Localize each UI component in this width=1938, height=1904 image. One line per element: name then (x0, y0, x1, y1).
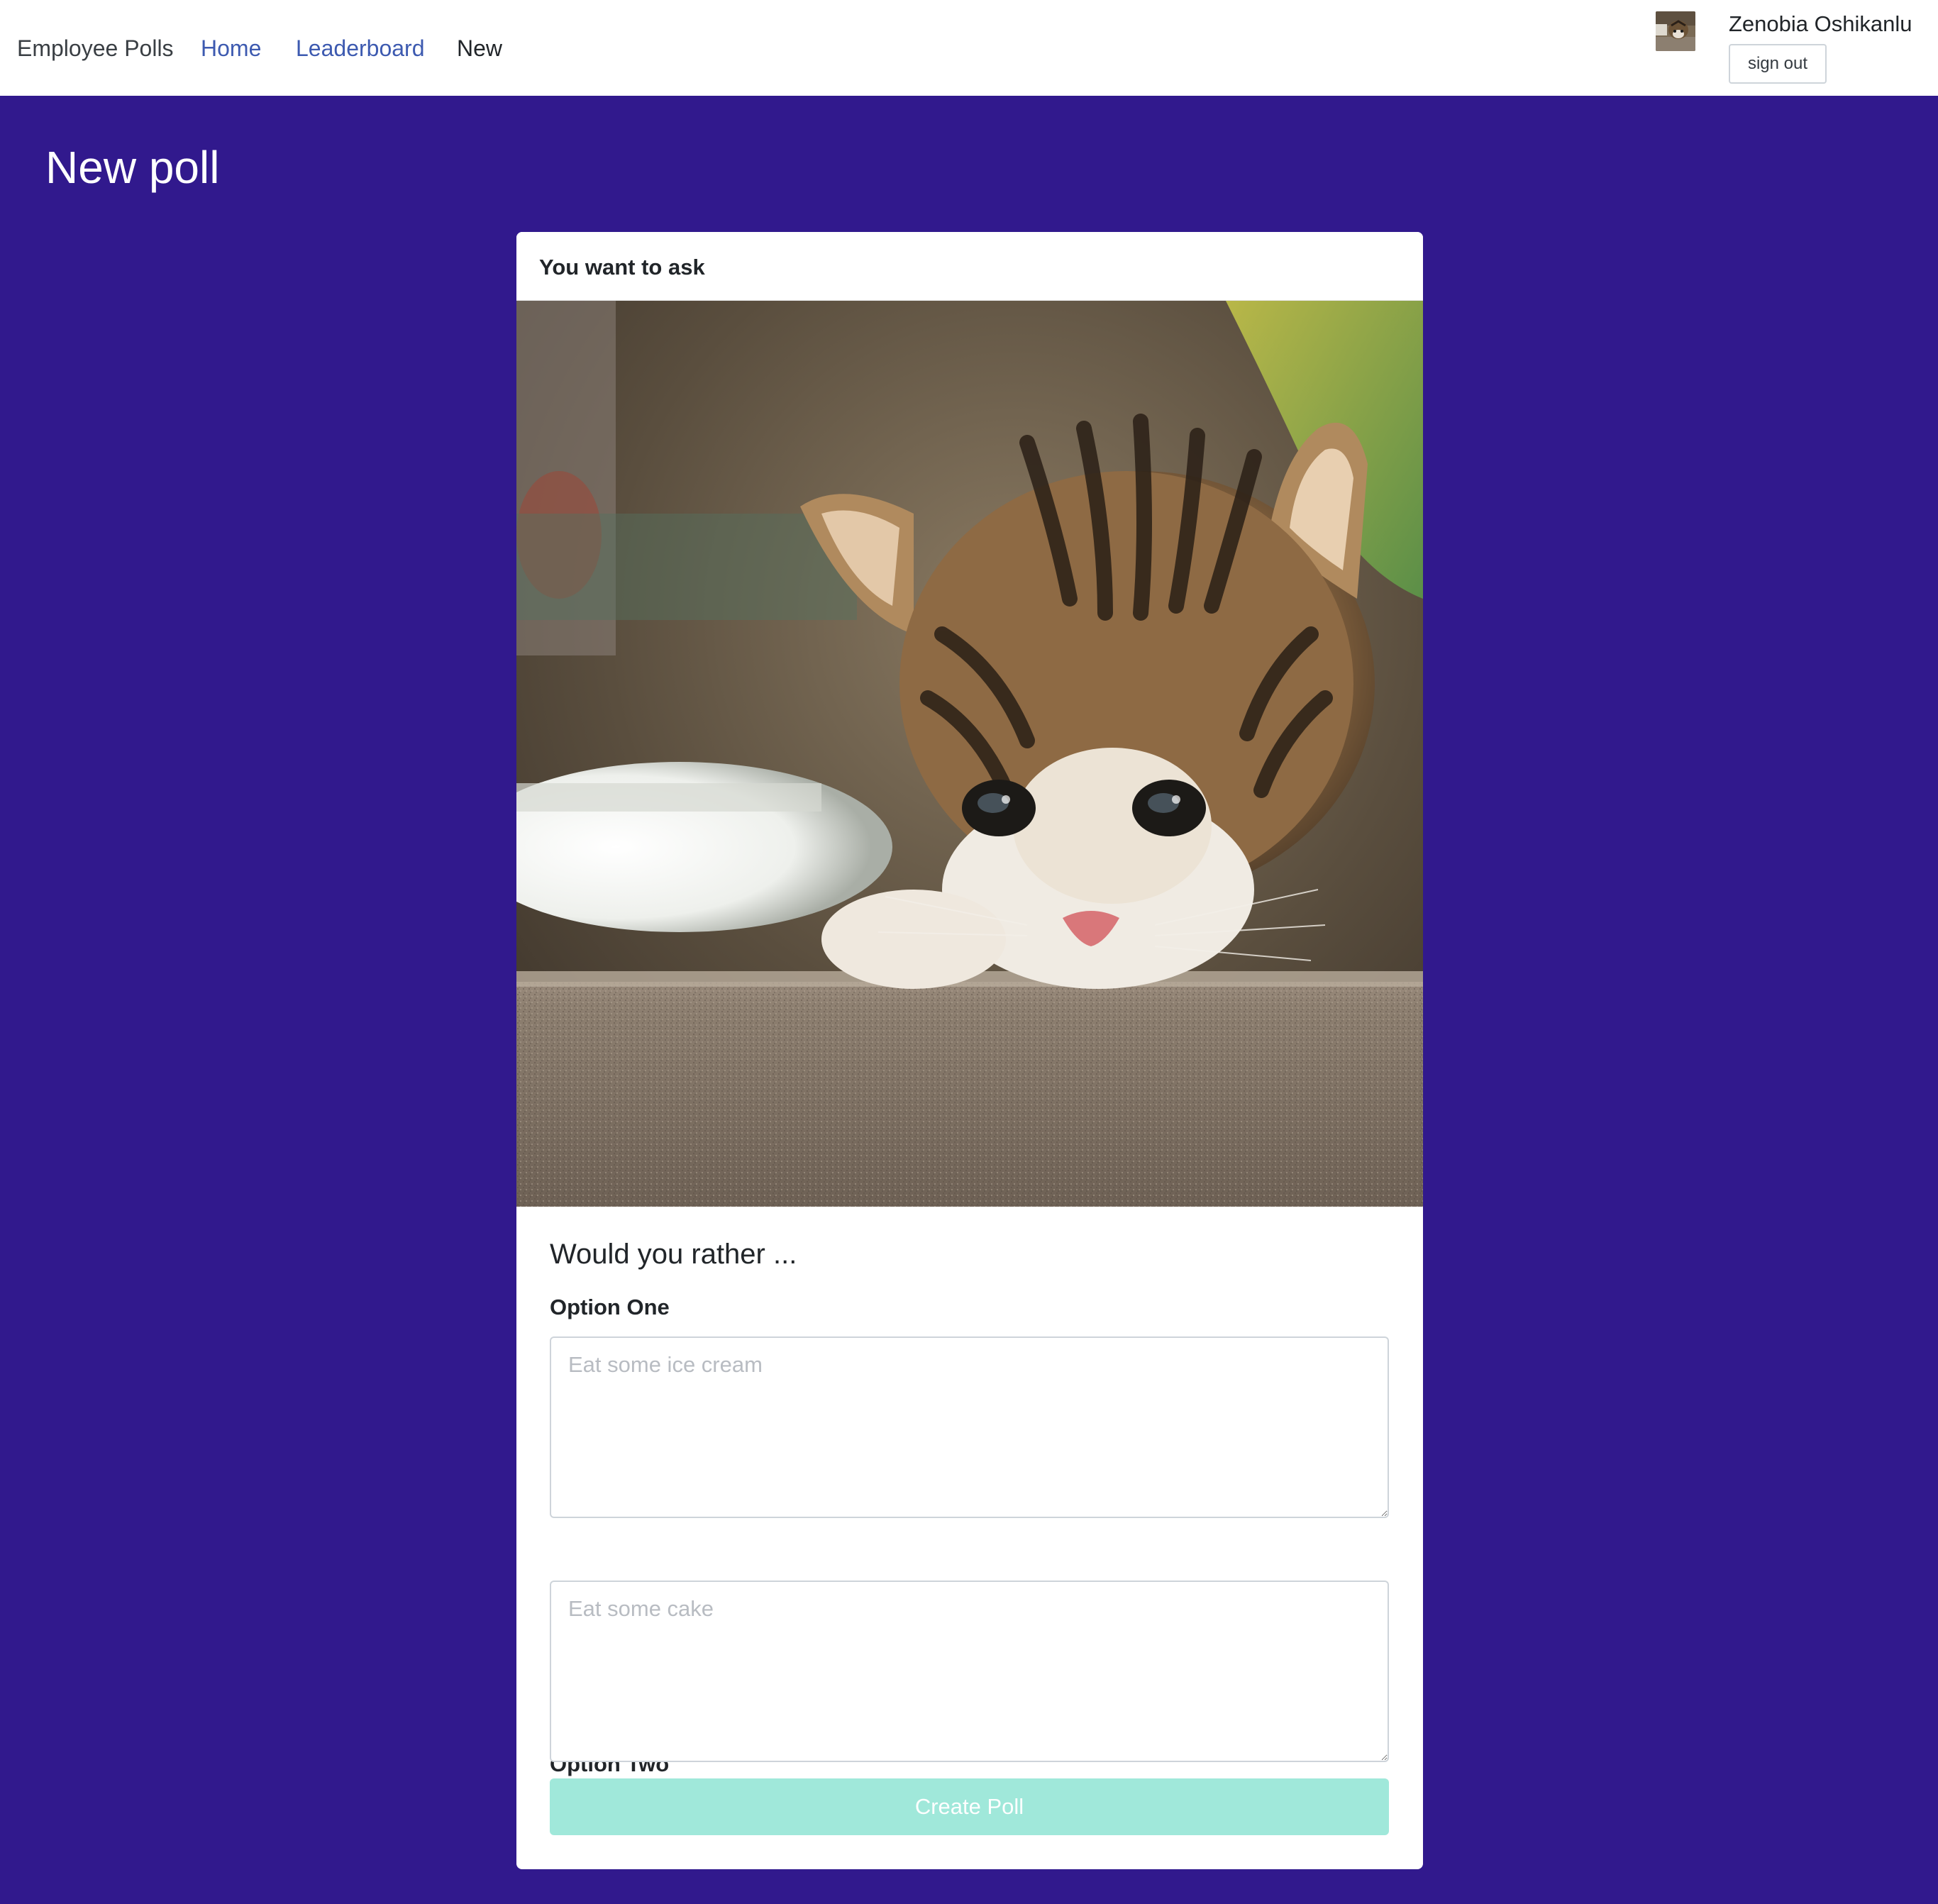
nav-new-link[interactable]: New (457, 28, 502, 68)
kitten-avatar-image (1656, 11, 1695, 51)
question-title: Would you rather ... (550, 1239, 797, 1270)
option-one-label: Option One (550, 1295, 670, 1319)
create-poll-button[interactable]: Create Poll (550, 1778, 1389, 1835)
nav-home-link[interactable]: Home (201, 28, 261, 68)
nav-leaderboard-link[interactable]: Leaderboard (296, 28, 424, 68)
user-name: Zenobia Oshikanlu (1729, 11, 1912, 36)
sign-out-button[interactable]: sign out (1729, 44, 1827, 84)
card-image (516, 301, 1423, 1207)
option-two-input[interactable] (550, 1581, 1389, 1762)
new-poll-card: You want to ask Would you rather ... Opt… (516, 232, 1423, 1869)
kitten-photo (516, 301, 1423, 1207)
top-navbar: Employee Polls Home Leaderboard New Zeno… (0, 0, 1938, 96)
user-avatar (1656, 11, 1695, 51)
option-one-input[interactable] (550, 1336, 1389, 1518)
nav-brand[interactable]: Employee Polls (17, 28, 174, 68)
card-header-title: You want to ask (539, 255, 705, 279)
page-title: New poll (45, 142, 220, 193)
card-header: You want to ask (516, 232, 1423, 301)
